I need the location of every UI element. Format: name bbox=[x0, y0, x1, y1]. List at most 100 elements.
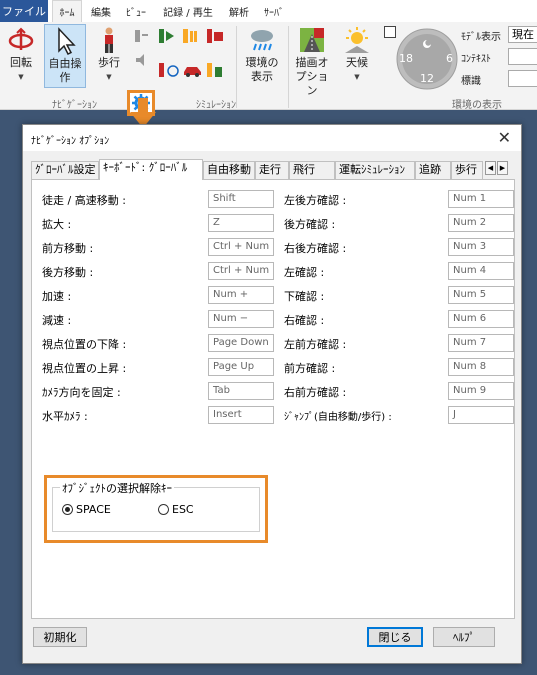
key-field-viewpoint-down[interactable]: Page Down bbox=[208, 334, 274, 352]
environment-display-button[interactable]: 環境の 表示 bbox=[242, 26, 282, 84]
draw-option-label-2: プション bbox=[295, 70, 329, 97]
key-field-look-back-left[interactable]: Num 1 bbox=[448, 190, 514, 208]
key-field-look-back[interactable]: Num 2 bbox=[448, 214, 514, 232]
weather-button[interactable]: 天候 ▼ bbox=[340, 26, 374, 84]
key-label-look-left: 左確認 : bbox=[284, 266, 325, 279]
play-simulation-icon[interactable] bbox=[158, 28, 174, 44]
key-field-look-right[interactable]: Num 6 bbox=[448, 310, 514, 328]
key-field-forward[interactable]: Ctrl + Num + bbox=[208, 238, 274, 256]
key-field-look-back-right[interactable]: Num 3 bbox=[448, 238, 514, 256]
free-move-button[interactable]: 自由操 作 bbox=[44, 24, 86, 88]
tab-fly[interactable]: 飛行 bbox=[289, 161, 335, 179]
key-label-accelerate: 加速 : bbox=[42, 290, 72, 303]
help-button[interactable]: ﾍﾙﾌﾟ bbox=[433, 627, 495, 647]
tab-drive[interactable]: 走行 bbox=[255, 161, 289, 179]
environment-display-label-2: 表示 bbox=[251, 70, 273, 83]
key-label-look-right: 右確認 : bbox=[284, 314, 325, 327]
draw-option-label-1: 描画オ bbox=[295, 56, 329, 69]
key-label-jump: ｼﾞｬﾝﾌﾟ(自由移動/歩行) : bbox=[284, 412, 392, 423]
key-field-look-left[interactable]: Num 4 bbox=[448, 262, 514, 280]
walk-button[interactable]: 歩行 ▼ bbox=[92, 26, 126, 84]
dialog-titlebar: ﾅﾋﾞｹﾞｰｼｮﾝ ｵﾌﾟｼｮﾝ ✕ bbox=[23, 125, 521, 151]
draw-option-icon bbox=[298, 26, 326, 54]
ribbon-separator bbox=[288, 26, 289, 108]
tab-free-move[interactable]: 自由移動 bbox=[203, 161, 255, 179]
key-field-look-front[interactable]: Num 8 bbox=[448, 358, 514, 376]
tab-server[interactable]: ｻｰﾊﾞ bbox=[258, 0, 290, 22]
key-field-look-down[interactable]: Num 5 bbox=[448, 286, 514, 304]
rotate-button[interactable]: 回転 ▼ bbox=[4, 26, 38, 84]
tab-scroll-left-icon[interactable]: ◀ bbox=[485, 161, 496, 175]
weather-label: 天候 bbox=[346, 56, 368, 69]
rotate-label: 回転 bbox=[10, 56, 32, 69]
time-of-day-dial[interactable]: 18 6 12 bbox=[396, 28, 458, 90]
model-display-label: ﾓﾃﾞﾙ表示 bbox=[461, 32, 501, 43]
walk-dropdown-icon[interactable]: ▼ bbox=[92, 70, 126, 84]
free-move-label-2: 作 bbox=[59, 71, 71, 84]
key-field-jump[interactable]: J bbox=[448, 406, 514, 424]
key-field-run[interactable]: Shift bbox=[208, 190, 274, 208]
person-walk-icon bbox=[95, 26, 123, 54]
key-field-backward[interactable]: Ctrl + Num − bbox=[208, 262, 274, 280]
rotate-dropdown-icon[interactable]: ▼ bbox=[4, 70, 38, 84]
signal-settings-icon[interactable] bbox=[206, 62, 222, 78]
key-field-look-front-right[interactable]: Num 9 bbox=[448, 382, 514, 400]
signal-timer-icon[interactable] bbox=[158, 62, 179, 78]
environment-display-label-1: 環境の bbox=[245, 56, 279, 69]
sound-icon[interactable] bbox=[134, 52, 150, 68]
key-label-look-back-left: 左後方確認 : bbox=[284, 194, 347, 207]
navigation-group-label: ﾅﾋﾞｹﾞｰｼｮﾝ bbox=[52, 100, 97, 111]
close-button[interactable]: 閉じる bbox=[367, 627, 423, 647]
traffic-signal-off-icon[interactable] bbox=[134, 28, 150, 44]
reset-button[interactable]: 初期化 bbox=[33, 627, 87, 647]
key-field-fix-camera[interactable]: Tab bbox=[208, 382, 274, 400]
context-input[interactable] bbox=[508, 48, 537, 65]
navigation-options-dialog: ﾅﾋﾞｹﾞｰｼｮﾝ ｵﾌﾟｼｮﾝ ✕ ｸﾞﾛｰﾊﾞﾙ設定 ｷｰﾎﾞｰﾄﾞ: ｸﾞ… bbox=[22, 124, 522, 664]
simulation-group-label: ｼﾐｭﾚｰｼｮﾝ bbox=[196, 100, 236, 111]
tab-walk[interactable]: 歩行 bbox=[451, 161, 483, 179]
tab-drive-simulation[interactable]: 運転ｼﾐｭﾚｰｼｮﾝ bbox=[335, 161, 415, 179]
tab-view[interactable]: ﾋﾞｭｰ bbox=[120, 0, 152, 22]
key-label-look-back: 後方確認 : bbox=[284, 218, 336, 231]
ribbon: ファイル ﾎｰﾑ 編集 ﾋﾞｭｰ 記録 / 再生 解析 ｻｰﾊﾞ 回転 ▼ 自由… bbox=[0, 0, 537, 116]
elevation-input[interactable] bbox=[508, 70, 537, 87]
free-move-label-1: 自由操 bbox=[48, 57, 82, 70]
tab-analysis[interactable]: 解析 bbox=[224, 0, 254, 22]
time-checkbox[interactable] bbox=[384, 26, 396, 38]
tab-home[interactable]: ﾎｰﾑ bbox=[52, 0, 82, 22]
dialog-tabs: ｸﾞﾛｰﾊﾞﾙ設定 ｷｰﾎﾞｰﾄﾞ: ｸﾞﾛｰﾊﾞﾙ 自由移動 走行 飛行 運転… bbox=[31, 159, 515, 180]
tab-keyboard-global[interactable]: ｷｰﾎﾞｰﾄﾞ: ｸﾞﾛｰﾊﾞﾙ bbox=[99, 159, 203, 180]
key-field-viewpoint-up[interactable]: Page Up bbox=[208, 358, 274, 376]
tab-record-play[interactable]: 記録 / 再生 bbox=[158, 0, 218, 22]
key-field-look-front-left[interactable]: Num 7 bbox=[448, 334, 514, 352]
keyboard-global-panel: 徒走 / 高速移動 : Shift 拡大 : Z 前方移動 : Ctrl + N… bbox=[31, 179, 515, 619]
weather-dropdown-icon[interactable]: ▼ bbox=[340, 70, 374, 84]
tab-scroll-right-icon[interactable]: ▶ bbox=[497, 161, 508, 175]
tab-file[interactable]: ファイル bbox=[0, 0, 48, 22]
sun-icon bbox=[343, 26, 371, 54]
vehicle-icon[interactable] bbox=[182, 62, 201, 78]
key-field-zoom[interactable]: Z bbox=[208, 214, 274, 232]
key-label-look-front-left: 左前方確認 : bbox=[284, 338, 347, 351]
tab-edit[interactable]: 編集 bbox=[86, 0, 116, 22]
walk-label: 歩行 bbox=[98, 56, 120, 69]
close-icon[interactable]: ✕ bbox=[498, 128, 511, 147]
context-label: ｺﾝﾃｷｽﾄ bbox=[461, 54, 491, 65]
dialog-title: ﾅﾋﾞｹﾞｰｼｮﾝ ｵﾌﾟｼｮﾝ bbox=[31, 136, 110, 147]
key-label-forward: 前方移動 : bbox=[42, 242, 94, 255]
clock-label-18: 18 bbox=[399, 52, 413, 65]
key-field-accelerate[interactable]: Num + bbox=[208, 286, 274, 304]
tab-global-settings[interactable]: ｸﾞﾛｰﾊﾞﾙ設定 bbox=[31, 161, 99, 179]
key-field-decelerate[interactable]: Num − bbox=[208, 310, 274, 328]
model-display-select[interactable]: 現在 bbox=[508, 26, 537, 43]
key-label-run: 徒走 / 高速移動 : bbox=[42, 194, 126, 207]
key-label-look-down: 下確認 : bbox=[284, 290, 325, 303]
key-field-horizontal-camera[interactable]: Insert bbox=[208, 406, 274, 424]
tab-tracking[interactable]: 追跡 bbox=[415, 161, 451, 179]
key-label-viewpoint-up: 視点位置の上昇 : bbox=[42, 362, 127, 375]
pause-simulation-icon[interactable] bbox=[182, 28, 198, 44]
key-label-look-front-right: 右前方確認 : bbox=[284, 386, 347, 399]
draw-option-button[interactable]: 描画オ プション bbox=[292, 26, 332, 98]
stop-simulation-icon[interactable] bbox=[206, 28, 223, 44]
highlight-frame bbox=[44, 475, 268, 543]
